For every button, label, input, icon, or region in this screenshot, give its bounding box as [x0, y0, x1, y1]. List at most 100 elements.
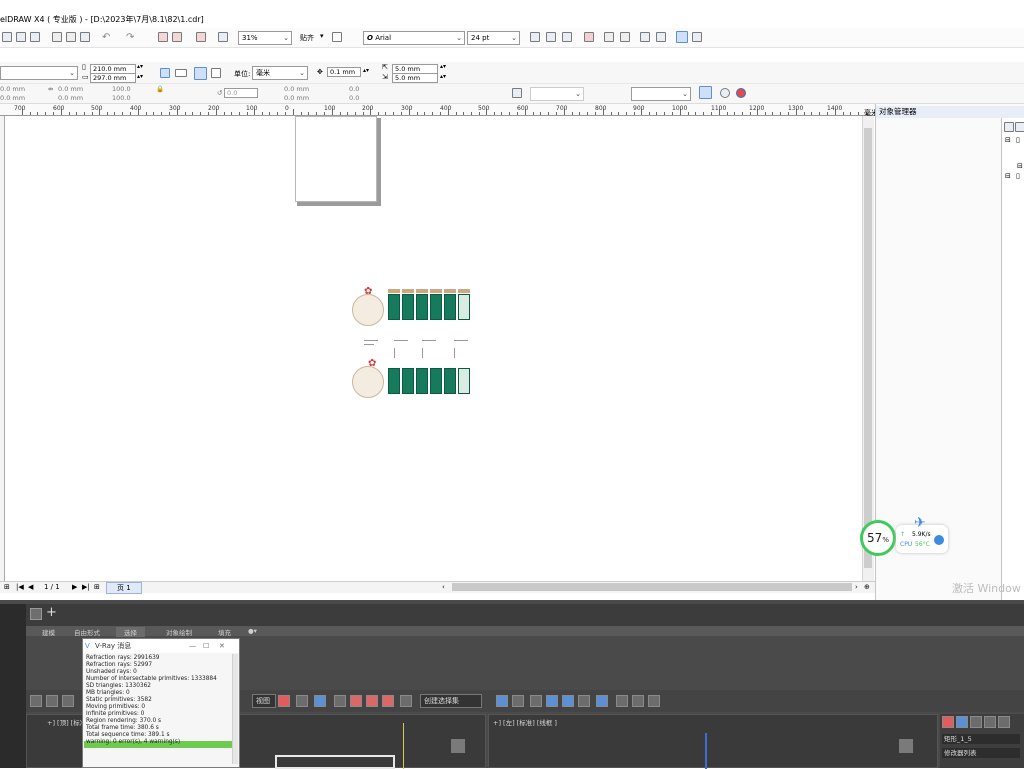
curve-editor-icon[interactable]	[562, 695, 574, 707]
landscape-icon[interactable]	[175, 69, 187, 77]
material-editor-icon[interactable]	[596, 695, 608, 707]
maximize-icon[interactable]: ☐	[203, 639, 209, 653]
layer-manager-icon[interactable]	[1015, 122, 1024, 132]
outline-value-1[interactable]: 0.0	[349, 85, 359, 94]
options-icon[interactable]	[332, 32, 342, 42]
minimize-icon[interactable]: —	[189, 639, 196, 653]
font-list-combo[interactable]: O Arial ⌄	[363, 31, 465, 45]
position-x-value[interactable]: 0.0 mm	[0, 85, 25, 94]
nudge-distance-field[interactable]: 0.1 mm	[327, 67, 361, 77]
object-pos-y[interactable]: 0.0 mm	[284, 94, 309, 103]
object-name-field[interactable]: 矩形_1_5	[942, 734, 1020, 744]
redo-icon[interactable]: ↷	[126, 32, 134, 43]
cut-icon[interactable]	[52, 32, 62, 42]
tab-modeling[interactable]: 建模	[42, 627, 55, 637]
drop-cap-icon[interactable]	[620, 32, 630, 42]
edit-text-icon[interactable]	[656, 32, 666, 42]
application-launcher-icon[interactable]	[196, 32, 206, 42]
text-align-icon[interactable]	[584, 32, 594, 42]
artwork-group-bottom[interactable]: ✿	[350, 358, 472, 402]
bullet-list-icon[interactable]	[604, 32, 614, 42]
paste-icon[interactable]	[80, 32, 90, 42]
first-page-icon[interactable]: |◀	[16, 583, 24, 591]
percent-snap-icon[interactable]	[366, 695, 378, 707]
viewport-left[interactable]: +] [左] [标准] [线框 ]	[488, 714, 938, 769]
schematic-view-icon[interactable]	[578, 695, 590, 707]
document-page[interactable]	[295, 116, 377, 202]
save-icon[interactable]	[16, 32, 26, 42]
size-w-value[interactable]: 0.0 mm	[58, 85, 83, 94]
next-page-icon[interactable]: ▶	[72, 583, 77, 591]
expand-icon[interactable]: ⊟	[1005, 136, 1011, 144]
layer-explorer-icon[interactable]	[530, 695, 542, 707]
character-format-icon[interactable]	[640, 32, 650, 42]
vertical-scroll-thumb[interactable]	[864, 128, 872, 568]
named-selection-combo[interactable]: 创建选择集	[420, 694, 482, 708]
spinner-icon[interactable]: ▴▾	[440, 73, 446, 80]
fill-combo[interactable]: ⌄	[631, 87, 691, 101]
spinner-icon[interactable]: ▴▾	[440, 63, 446, 70]
mirror-icon[interactable]	[496, 695, 508, 707]
render-setup-icon[interactable]	[616, 695, 628, 707]
render-frame-icon[interactable]	[632, 695, 644, 707]
close-icon[interactable]: ✕	[219, 639, 225, 653]
spinner-icon[interactable]: ▴▾	[137, 63, 143, 70]
outline-style-combo[interactable]: ⌄	[530, 87, 584, 101]
align-icon[interactable]	[512, 695, 524, 707]
add-page-icon[interactable]: ⊞	[4, 583, 10, 591]
undo-icon[interactable]: ↶	[102, 32, 110, 43]
size-h-value[interactable]: 0.0 mm	[58, 94, 83, 103]
motion-tab-icon[interactable]	[984, 716, 996, 728]
vertical-text-icon[interactable]	[692, 32, 702, 42]
spinner-icon[interactable]: ▴▾	[137, 73, 143, 80]
duplicate-y-field[interactable]: 5.0 mm	[392, 73, 438, 83]
export-icon[interactable]	[172, 32, 182, 42]
render-production-icon[interactable]	[648, 695, 660, 707]
viewcube-icon[interactable]	[899, 739, 913, 753]
network-speed-box[interactable]: ✈ ↑ 5.9K/s CPU 56°C	[896, 515, 948, 553]
color-manager-icon[interactable]	[736, 88, 746, 98]
zoom-level-combo[interactable]: 31% ⌄	[238, 31, 292, 45]
tab-selection[interactable]: 选择	[116, 627, 145, 637]
color-eyedropper-icon[interactable]	[720, 88, 730, 98]
modify-tab-icon[interactable]	[956, 716, 968, 728]
add-tab-icon[interactable]: +	[46, 605, 57, 620]
tab-populate[interactable]: 填充	[218, 627, 231, 637]
snap-toggle-icon[interactable]	[334, 695, 346, 707]
chevron-down-icon[interactable]: ▾	[320, 32, 324, 40]
viewcube-icon[interactable]	[451, 739, 465, 753]
copy-icon[interactable]	[66, 32, 76, 42]
pivot-icon[interactable]	[278, 695, 290, 707]
position-y-value[interactable]: 0.0 mm	[0, 94, 25, 103]
horizontal-text-icon[interactable]	[676, 31, 688, 43]
previous-page-icon[interactable]: ◀	[28, 583, 33, 591]
bind-spacewarp-icon[interactable]	[62, 695, 74, 707]
select-manipulate-icon[interactable]	[296, 695, 308, 707]
import-icon[interactable]	[158, 32, 168, 42]
artwork-group-top[interactable]: ✿	[350, 284, 472, 332]
spinner-icon[interactable]: ▴▾	[363, 67, 369, 74]
tab-freeform[interactable]: 自由形式	[74, 627, 100, 637]
scale-w-value[interactable]: 100.0	[112, 85, 131, 94]
reference-coordinate-combo[interactable]: 视图	[252, 694, 276, 708]
create-tab-icon[interactable]	[942, 716, 954, 728]
welcome-screen-icon[interactable]	[218, 32, 228, 42]
current-page-icon[interactable]	[211, 68, 221, 78]
expand-icon[interactable]: ⊟	[1005, 172, 1011, 180]
object-pos-x[interactable]: 0.0 mm	[284, 85, 309, 94]
last-page-icon[interactable]: ▶|	[82, 583, 90, 591]
rotation-angle-field[interactable]: 0.0	[224, 88, 258, 98]
display-tab-icon[interactable]	[998, 716, 1010, 728]
underline-icon[interactable]	[562, 32, 572, 42]
wrap-text-icon[interactable]	[512, 88, 522, 98]
link-icon[interactable]	[30, 695, 42, 707]
snap-to-button[interactable]: 贴齐	[300, 33, 314, 43]
portrait-icon[interactable]	[160, 68, 170, 78]
print-icon[interactable]	[30, 32, 40, 42]
paper-type-combo[interactable]: ⌄	[0, 66, 78, 80]
edit-named-selection-icon[interactable]	[400, 695, 412, 707]
modifier-list-combo[interactable]: 修改器列表	[942, 748, 1020, 758]
scale-h-value[interactable]: 100.0	[112, 94, 131, 103]
horizontal-scroll-thumb[interactable]	[452, 583, 852, 591]
object-tree[interactable]: ⊟ ▯ ⊟ ⊟ ▯	[1001, 118, 1024, 600]
